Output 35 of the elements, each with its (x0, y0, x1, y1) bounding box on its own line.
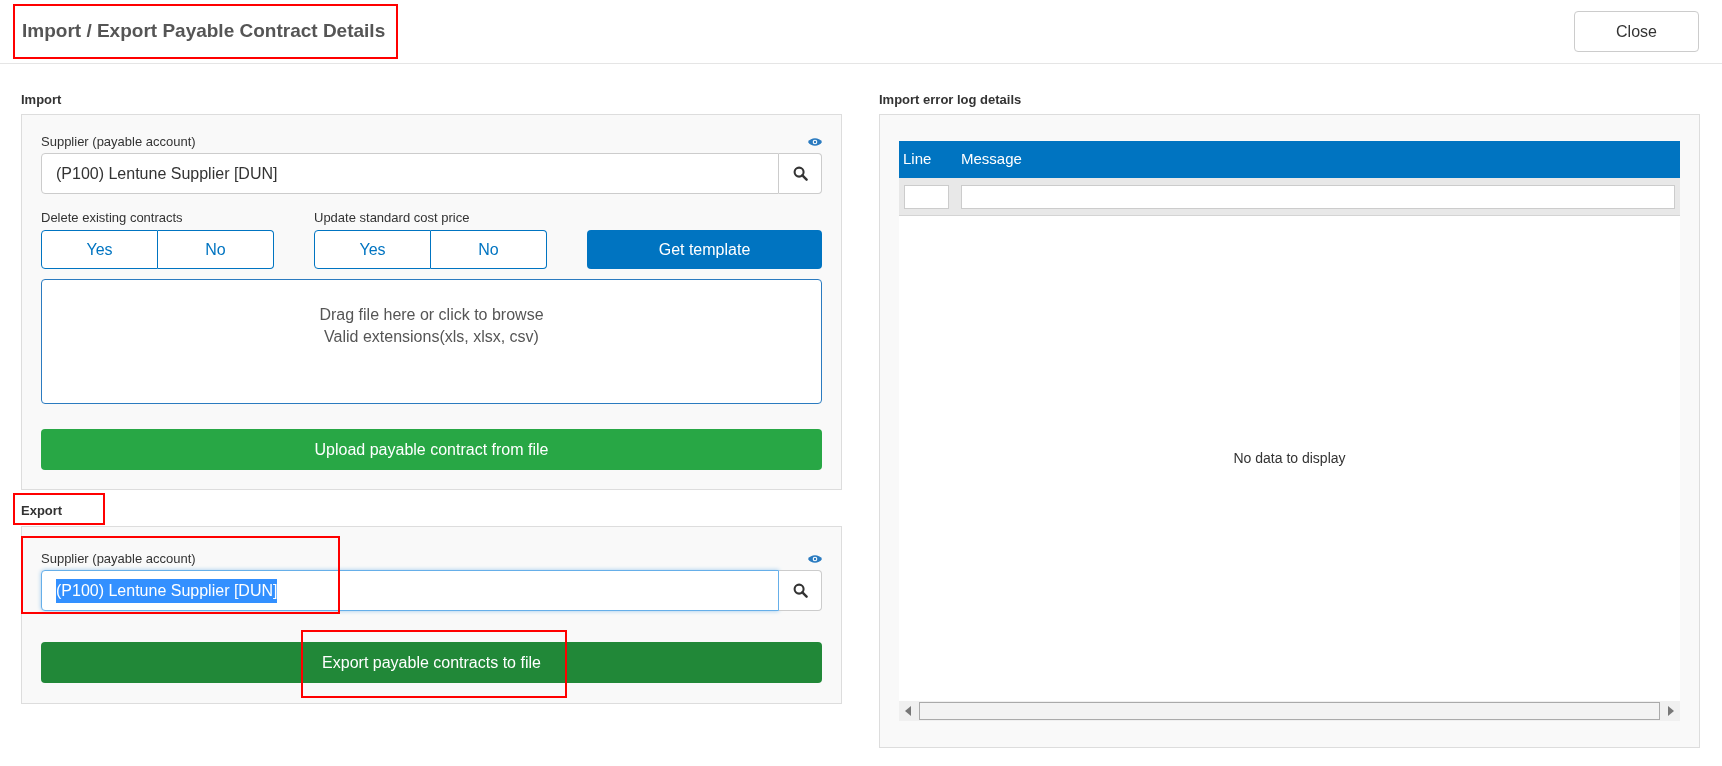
get-template-button[interactable]: Get template (587, 230, 822, 269)
eye-icon[interactable] (808, 137, 822, 147)
section-heading: Export (21, 501, 63, 520)
toggle-label: Update standard cost price (314, 209, 471, 227)
toggle-label: Delete existing contracts (41, 209, 184, 227)
field-value: (P100) Lentune Supplier [DUN] (56, 163, 278, 184)
file-drop-zone[interactable]: Drag file here or click to browse Valid extensions(xls, xlsx, csv) (41, 279, 822, 404)
search-icon (792, 166, 808, 181)
close-button[interactable]: Close (1574, 11, 1699, 52)
upload-button[interactable]: Upload payable contract from file (41, 429, 822, 470)
field-label: Supplier (payable account) (41, 133, 196, 152)
horizontal-scrollbar[interactable] (899, 701, 1680, 721)
field-label: Supplier (payable account) (41, 550, 196, 569)
supplier-field[interactable]: (P100) Lentune Supplier [DUN] (41, 570, 779, 611)
drop-zone-text: Valid extensions(xls, xlsx, csv) (324, 327, 539, 347)
eye-icon[interactable] (808, 554, 822, 564)
empty-message: No data to display (1233, 449, 1346, 468)
toggle-option[interactable]: No (158, 230, 274, 269)
column-header[interactable]: Message (960, 148, 1680, 171)
export-button[interactable]: Export payable contracts to file (41, 642, 822, 683)
toggle-option[interactable]: Yes (41, 230, 158, 269)
search-button[interactable] (779, 570, 822, 611)
toggle-option[interactable]: Yes (314, 230, 431, 269)
filter-field[interactable] (904, 184, 949, 209)
section-heading: Import error log details (879, 91, 1023, 109)
drop-zone-text: Drag file here or click to browse (319, 305, 544, 325)
search-icon (792, 583, 808, 598)
toggle-option[interactable]: No (431, 230, 547, 269)
page-title: Import / Export Payable Contract Details (22, 20, 386, 42)
column-header[interactable]: Line (899, 148, 960, 171)
supplier-field[interactable]: (P100) Lentune Supplier [DUN] (41, 153, 779, 194)
section-heading: Import (21, 91, 63, 109)
field-value: (P100) Lentune Supplier [DUN] (56, 578, 278, 603)
search-button[interactable] (779, 153, 822, 194)
filter-field[interactable] (961, 184, 1675, 209)
